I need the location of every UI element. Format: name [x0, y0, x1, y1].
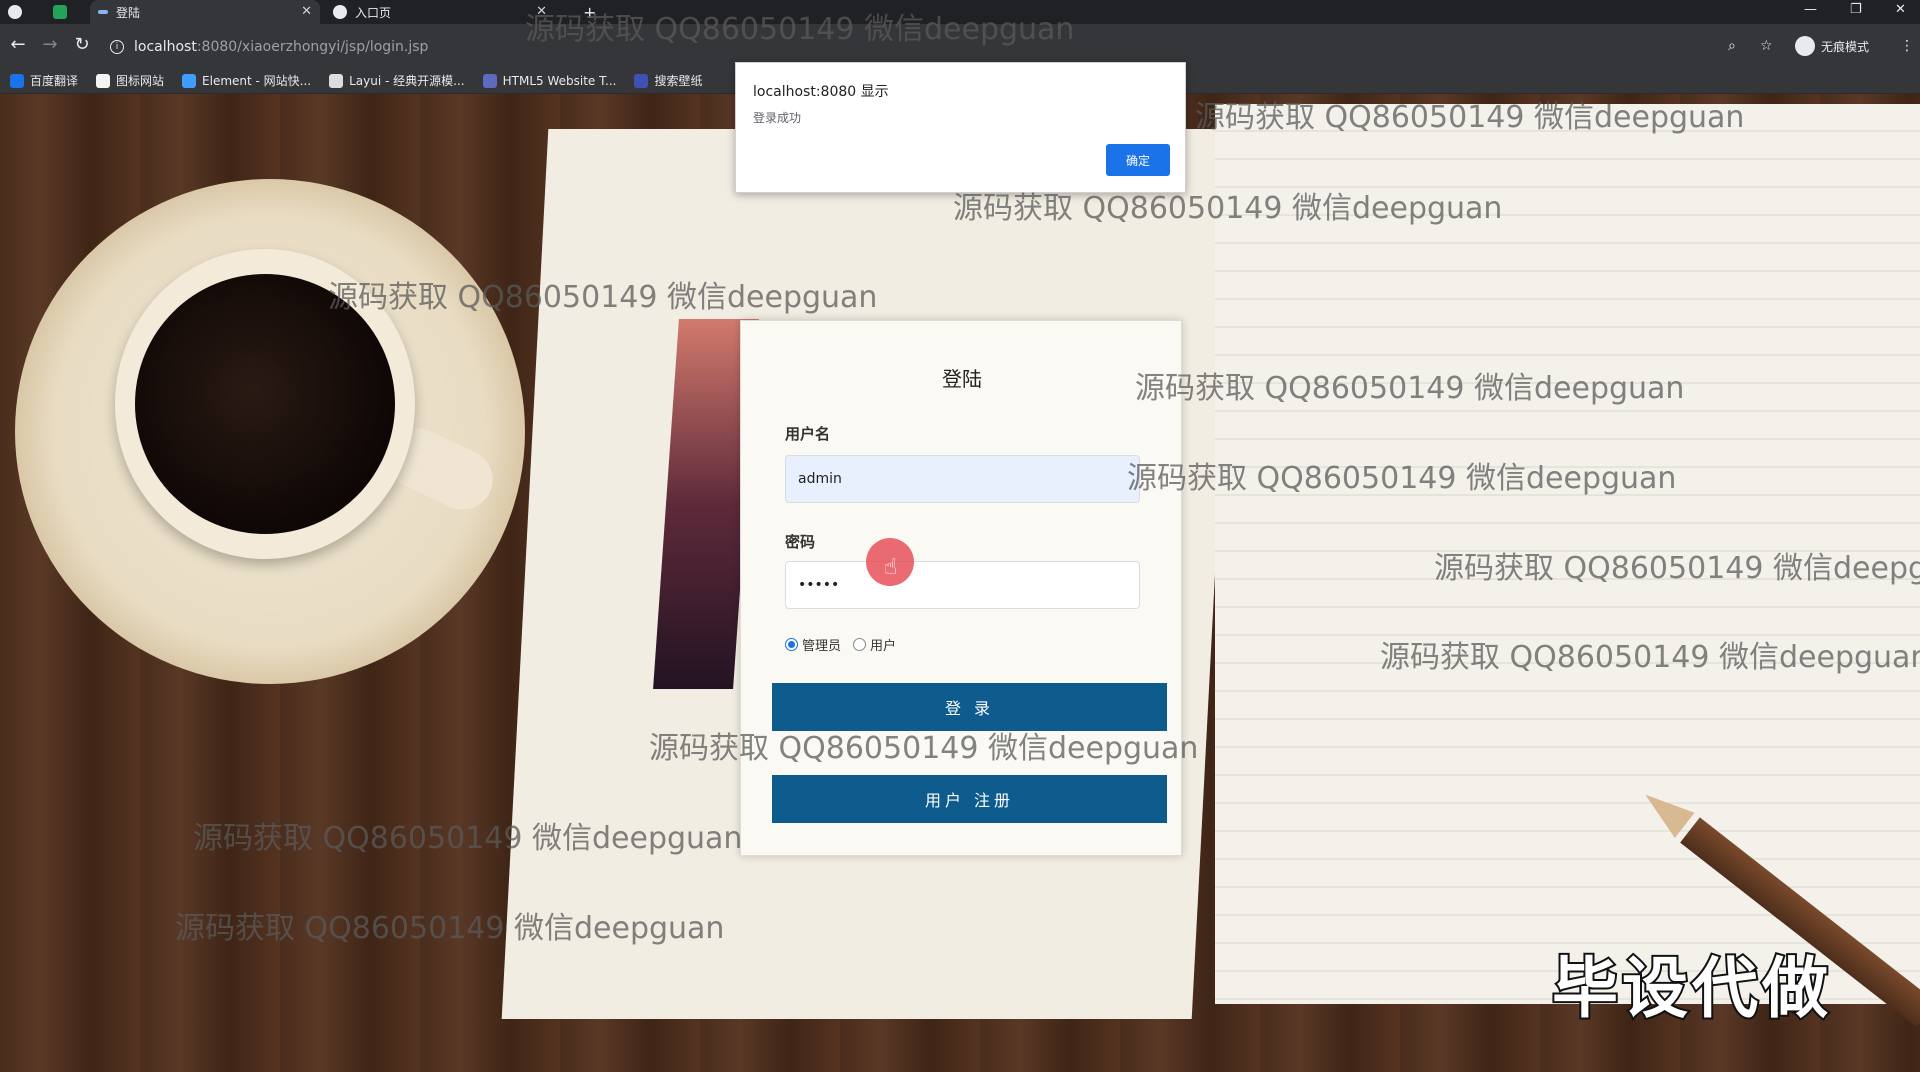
role-user-radio[interactable] — [853, 638, 867, 651]
menu-icon[interactable]: ⋮ — [1900, 38, 1914, 54]
forward-icon[interactable]: → — [38, 34, 62, 55]
corner-watermark: 毕设代做 — [1550, 948, 1832, 1029]
bookmark-label: 百度翻译 — [30, 74, 79, 88]
alert-ok-button[interactable]: 确定 — [1106, 144, 1170, 176]
app-tab-icon[interactable] — [45, 0, 75, 24]
watermark-text: 源码获取 QQ86050149 微信deepguan — [193, 821, 743, 856]
zoom-icon[interactable]: ⌕ — [1728, 38, 1736, 54]
tab-loading-icon — [98, 10, 108, 14]
bookmark-item[interactable]: 图标网站 — [96, 72, 164, 89]
watermark-text: 源码获取 QQ86050149 微信deepguan — [649, 731, 1199, 766]
close-tab-icon[interactable]: ✕ — [301, 4, 312, 19]
wallpaper-icon — [634, 73, 649, 88]
role-user-label[interactable]: 用户 — [870, 635, 896, 654]
password-input[interactable]: ••••• — [785, 561, 1140, 609]
bookmark-star-icon[interactable]: ☆ — [1760, 38, 1773, 54]
watermark-text: 源码获取 QQ86050149 微信deepguan — [1195, 100, 1745, 135]
url-path: :8080/xiaoerzhongyi/jsp/login.jsp — [196, 39, 429, 55]
bookmark-label: HTML5 Website T... — [502, 73, 617, 88]
watermark-text: 源码获取 QQ86050149 微信deepguan — [953, 191, 1503, 226]
bookmark-item[interactable]: Element - 网站快... — [182, 72, 311, 89]
restore-icon[interactable]: ❐ — [1850, 2, 1862, 17]
watermark-text: 源码获取 QQ86050149 微信deepguan — [1127, 461, 1677, 496]
back-icon[interactable]: ← — [6, 34, 30, 55]
url-host: localhost — [134, 39, 197, 55]
globe-icon — [333, 5, 347, 19]
site-info-icon[interactable]: i — [110, 40, 124, 54]
login-title: 登陆 — [942, 367, 982, 391]
username-input[interactable]: admin — [785, 455, 1140, 503]
tab-login[interactable]: 登陆 ✕ — [90, 0, 320, 24]
incognito-label: 无痕模式 — [1821, 39, 1870, 54]
bookmark-item[interactable]: 百度翻译 — [10, 72, 78, 89]
watermark-text: 源码获取 QQ86050149 微信deepguan — [175, 911, 725, 946]
minimize-icon[interactable]: — — [1804, 2, 1817, 17]
bookmark-label: Element - 网站快... — [202, 74, 312, 88]
hand-cursor-icon: ☝ — [884, 555, 898, 580]
bookmark-label: 搜索壁纸 — [654, 74, 703, 88]
bookmark-label: Layui - 经典开源模... — [349, 74, 465, 88]
watermark-text: 源码获取 QQ86050149 微信deepguan — [1434, 551, 1920, 586]
close-window-icon[interactable]: ✕ — [1895, 2, 1906, 17]
register-button[interactable]: 用户 注册 — [772, 775, 1167, 823]
reload-icon[interactable]: ↻ — [70, 34, 94, 55]
translate-icon — [10, 73, 24, 88]
tab-entry[interactable]: 入口页 ✕ — [325, 0, 555, 24]
browser-logo-icon — [0, 0, 40, 24]
tab-login-label: 登陆 — [116, 5, 141, 20]
bookmark-item[interactable]: HTML5 Website T... — [482, 73, 617, 88]
watermark-text: 源码获取 QQ86050149 微信deepguan — [1135, 371, 1685, 406]
tab-entry-label: 入口页 — [355, 5, 392, 20]
role-admin-radio[interactable] — [785, 638, 798, 651]
role-selector: 管理员 用户 — [785, 635, 896, 654]
incognito-icon — [1795, 36, 1815, 56]
alert-title: localhost:8080 显示 — [753, 84, 889, 100]
bookmark-label: 图标网站 — [116, 74, 165, 88]
role-admin-label[interactable]: 管理员 — [802, 635, 841, 654]
alert-message: 登录成功 — [753, 111, 802, 125]
watermark-text: 源码获取 QQ86050149 微信deepguan — [525, 12, 1075, 47]
flag-icon — [96, 73, 111, 88]
watermark-text: 源码获取 QQ86050149 微信deepguan — [1380, 640, 1920, 675]
username-label: 用户名 — [785, 425, 831, 443]
element-icon — [182, 73, 197, 88]
bookmark-item[interactable]: 搜索壁纸 — [634, 72, 702, 89]
html5-icon — [482, 73, 497, 88]
login-form: 登陆 用户名 admin 密码 ••••• 管理员 用户 登 录 用户 注册 — [740, 320, 1182, 856]
watermark-text: 源码获取 QQ86050149 微信deepguan — [328, 280, 878, 315]
alert-dialog: localhost:8080 显示 登录成功 确定 — [735, 62, 1186, 193]
layui-icon — [329, 73, 344, 88]
bookmark-item[interactable]: Layui - 经典开源模... — [329, 72, 465, 89]
incognito-indicator[interactable]: 无痕模式 — [1795, 36, 1869, 56]
password-label: 密码 — [785, 533, 816, 551]
